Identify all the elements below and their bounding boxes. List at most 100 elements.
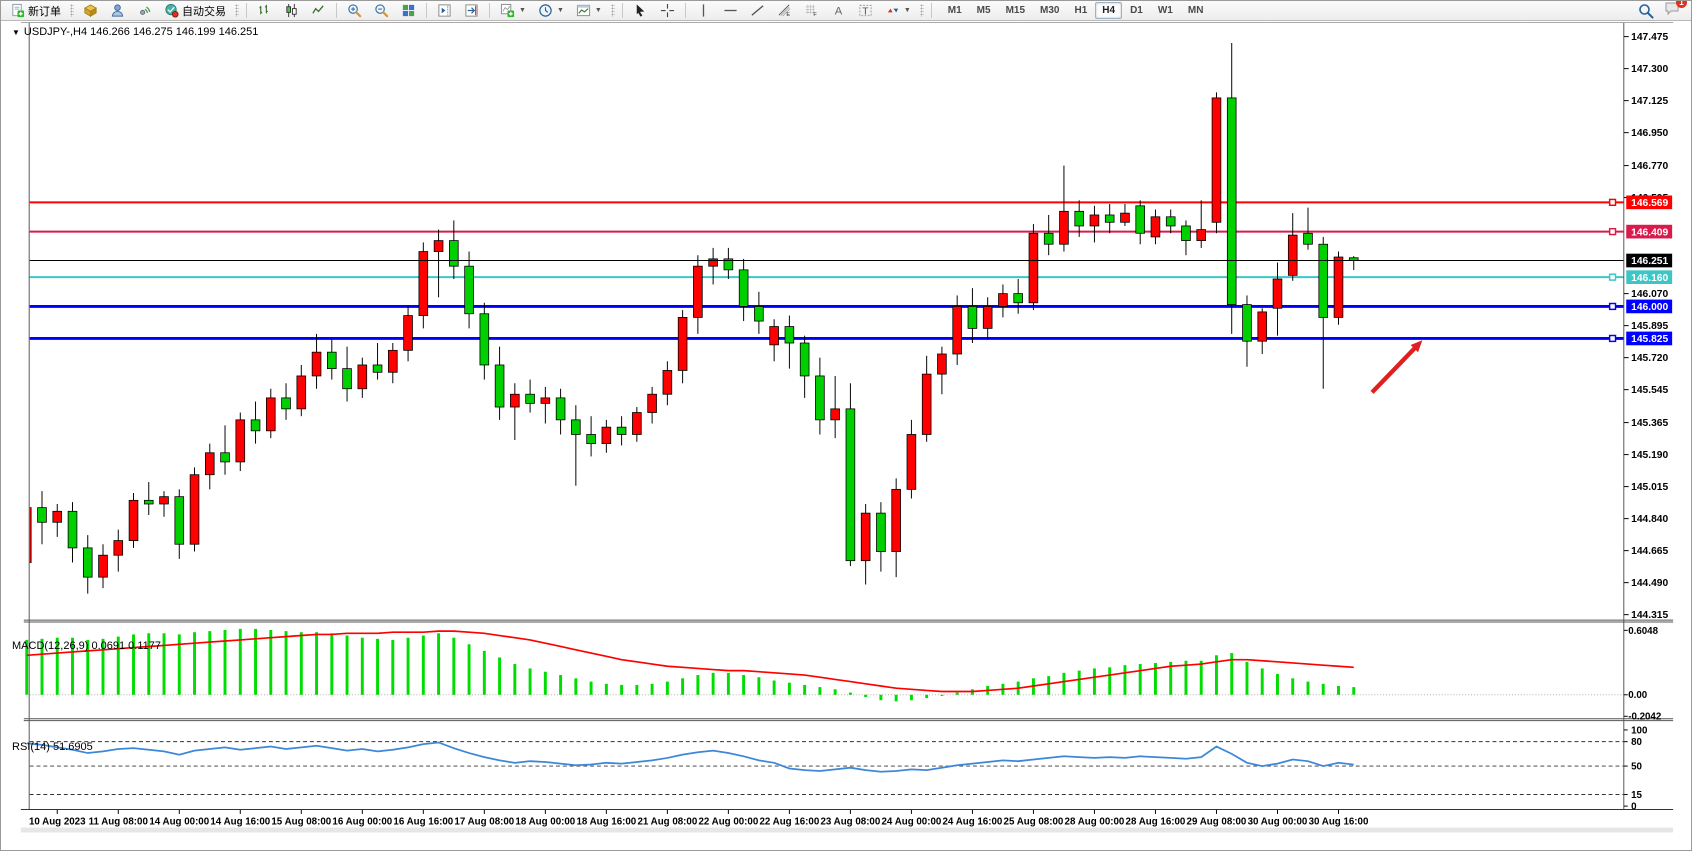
cursor-tool-button[interactable]: [628, 2, 653, 19]
candle-body-bull: [1197, 230, 1206, 241]
candle: [419, 242, 428, 328]
chart-canvas[interactable]: 147.475147.300147.125146.950146.770146.5…: [1, 21, 1692, 851]
candle-body-bear: [449, 241, 458, 267]
time-tick-label: 15 Aug 08:00: [271, 817, 331, 828]
timeframe-button-M5[interactable]: M5: [970, 2, 998, 19]
candle-body-bull: [190, 475, 199, 545]
candle-body-bull: [678, 317, 687, 370]
candle-body-bull: [1060, 211, 1069, 244]
candle-body-bull: [892, 489, 901, 551]
candlestick-icon: [284, 3, 299, 18]
auto-scroll-button[interactable]: [459, 2, 484, 19]
arrows-tool-button[interactable]: ▼: [880, 2, 916, 19]
timeframe-button-D1[interactable]: D1: [1123, 2, 1150, 19]
timeframe-button-M15[interactable]: M15: [999, 2, 1032, 19]
rsi-indicator-label: RSI(14) 51.6905: [12, 741, 93, 753]
arrows-icon: [885, 3, 900, 18]
timeframe-button-H1[interactable]: H1: [1067, 2, 1094, 19]
grid-icon: F: [804, 3, 819, 18]
hline-handle[interactable]: [1610, 229, 1616, 235]
candle-body-bull: [419, 252, 428, 316]
zoom-in-button[interactable]: [342, 2, 367, 19]
candle-body-bull: [205, 453, 214, 475]
time-tick-label: 17 Aug 08:00: [454, 817, 514, 828]
text-label-tool-button[interactable]: T: [853, 2, 878, 19]
macd-tick-label: 0.00: [1628, 690, 1648, 701]
chevron-down-icon: ▼: [595, 7, 602, 14]
candle-body-bear: [221, 453, 230, 462]
candle-body-bear: [373, 365, 382, 372]
timeframe-button-MN[interactable]: MN: [1181, 2, 1211, 19]
text-tool-button[interactable]: A: [826, 2, 851, 19]
hline-handle[interactable]: [1610, 274, 1616, 280]
candle-body-bull: [648, 394, 657, 412]
fibonacci-tool-button[interactable]: E: [772, 2, 797, 19]
horizontal-line-tool-button[interactable]: [718, 2, 743, 19]
grid-tool-button[interactable]: F: [799, 2, 824, 19]
template-button[interactable]: ▼: [571, 2, 607, 19]
price-tick-label: 147.125: [1631, 96, 1668, 107]
line-chart-button[interactable]: [306, 2, 331, 19]
add-indicator-icon: [500, 3, 515, 18]
new-order-button[interactable]: 新订单: [5, 2, 66, 19]
toolbar-gripper: [611, 4, 615, 17]
candle-body-bear: [1243, 305, 1252, 342]
chevron-down-icon: ▼: [904, 7, 911, 14]
price-badge-label: 146.000: [1631, 302, 1668, 313]
symbol-dropdown-icon[interactable]: ▼: [12, 28, 20, 37]
chevron-down-icon: ▼: [557, 7, 564, 14]
bar-chart-button[interactable]: [252, 2, 277, 19]
candle-body-bear: [877, 513, 886, 551]
add-indicator-button[interactable]: ▼: [495, 2, 531, 19]
candle-body-bull: [953, 306, 962, 354]
horizontal-line-icon: [723, 3, 738, 18]
zoom-out-button[interactable]: [369, 2, 394, 19]
candle-body-bull: [358, 365, 367, 389]
candle-body-bull: [1212, 98, 1221, 222]
crosshair-tool-button[interactable]: [655, 2, 680, 19]
toolbar-separator: [489, 3, 490, 18]
time-tick-label: 28 Aug 16:00: [1126, 817, 1186, 828]
timeframe-button-M1[interactable]: M1: [941, 2, 969, 19]
candle-body-bear: [465, 266, 474, 314]
search-icon[interactable]: [1638, 3, 1654, 19]
trendline-tool-button[interactable]: [745, 2, 770, 19]
notifications-button[interactable]: 1: [1664, 1, 1681, 21]
chart-shift-button[interactable]: [432, 2, 457, 19]
tile-windows-button[interactable]: [396, 2, 421, 19]
hline-handle[interactable]: [1610, 199, 1616, 205]
timeframe-button-H4[interactable]: H4: [1095, 2, 1122, 19]
candle-body-bull: [1273, 279, 1282, 308]
zoom-out-icon: [374, 3, 389, 18]
history-center-button[interactable]: [78, 2, 103, 19]
candle-body-bull: [922, 374, 931, 434]
time-tick-label: 21 Aug 08:00: [637, 817, 697, 828]
signal-icon: [137, 3, 152, 18]
candle-body-bull: [1090, 215, 1099, 226]
period-button[interactable]: ▼: [533, 2, 569, 19]
signals-button[interactable]: [132, 2, 157, 19]
candle-body-bull: [770, 327, 779, 345]
auto-scroll-icon: [464, 3, 479, 18]
candle: [236, 413, 245, 472]
candle-body-bear: [1105, 215, 1114, 222]
candle-body-bull: [602, 427, 611, 443]
candle-body-bear: [282, 398, 291, 409]
time-tick-label: 11 Aug 08:00: [89, 817, 149, 828]
timeframe-button-M30[interactable]: M30: [1033, 2, 1066, 19]
timeframe-button-W1[interactable]: W1: [1151, 2, 1180, 19]
vertical-line-tool-button[interactable]: [691, 2, 716, 19]
main-toolbar: 新订单 自动交易: [1, 1, 1692, 21]
hline-handle[interactable]: [1610, 303, 1616, 309]
candle-body-bear: [739, 270, 748, 307]
toolbar-gripper: [70, 4, 74, 17]
time-tick-label: 25 Aug 08:00: [1004, 817, 1064, 828]
candle-body-bear: [617, 427, 626, 434]
hline-handle[interactable]: [1610, 336, 1616, 342]
auto-trading-button[interactable]: 自动交易: [159, 2, 231, 19]
price-tick-label: 144.665: [1631, 546, 1668, 557]
candlestick-chart-button[interactable]: [279, 2, 304, 19]
accounts-button[interactable]: [105, 2, 130, 19]
price-tick-label: 145.190: [1631, 450, 1668, 461]
bar-chart-icon: [257, 3, 272, 18]
